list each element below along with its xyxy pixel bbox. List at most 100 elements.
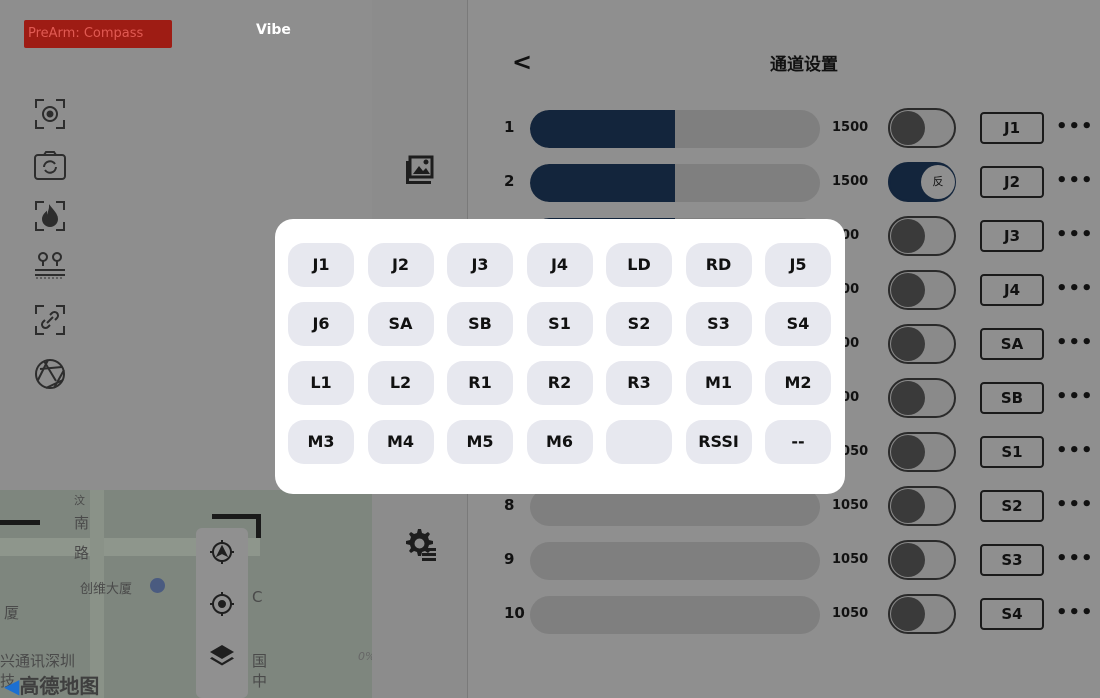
aircraft-locate-icon[interactable] — [208, 538, 236, 566]
more-options-icon[interactable]: ••• — [1056, 170, 1094, 191]
picker-key[interactable]: J2 — [367, 243, 434, 287]
channel-mapping-button[interactable]: S1 — [980, 436, 1044, 468]
reverse-toggle[interactable] — [888, 486, 956, 526]
link-frame-icon[interactable] — [32, 302, 68, 338]
reverse-toggle[interactable] — [888, 270, 956, 310]
picker-key[interactable]: SA — [367, 302, 434, 346]
picker-key[interactable]: S2 — [606, 302, 672, 346]
picker-key[interactable]: L1 — [288, 361, 354, 405]
toggle-knob — [891, 543, 925, 577]
picker-key[interactable]: L2 — [367, 361, 434, 405]
picker-key[interactable]: R2 — [526, 361, 593, 405]
reverse-toggle[interactable] — [888, 540, 956, 580]
picker-key[interactable]: S3 — [685, 302, 752, 346]
channel-bar-fill — [530, 110, 675, 148]
map-label: 中 — [252, 672, 268, 690]
reverse-toggle[interactable] — [888, 108, 956, 148]
layers-icon[interactable] — [208, 642, 236, 670]
picker-key[interactable]: SB — [447, 302, 513, 346]
aperture-icon[interactable] — [32, 356, 68, 392]
building-marker-icon — [150, 578, 165, 593]
channel-mapping-button[interactable]: J1 — [980, 112, 1044, 144]
toggle-knob — [891, 219, 925, 253]
map-label: 兴通讯深圳 — [0, 652, 76, 670]
reverse-toggle[interactable] — [888, 378, 956, 418]
picker-key[interactable] — [606, 420, 672, 464]
toggle-knob — [891, 327, 925, 361]
mini-map[interactable]: 汶 南 路 创维大厦 C 厦 兴通讯深圳 国 中 技 — [0, 490, 372, 698]
my-location-icon[interactable] — [208, 590, 236, 618]
map-label: 路 — [74, 544, 90, 562]
map-label: C — [252, 588, 263, 606]
ground-pin-icon[interactable] — [32, 248, 68, 284]
map-frame-corner — [256, 514, 261, 538]
more-options-icon[interactable]: ••• — [1056, 332, 1094, 353]
toggle-knob: 反 — [921, 165, 955, 199]
more-options-icon[interactable]: ••• — [1056, 440, 1094, 461]
channel-mapping-button[interactable]: J3 — [980, 220, 1044, 252]
more-options-icon[interactable]: ••• — [1056, 116, 1094, 137]
reverse-toggle[interactable] — [888, 432, 956, 472]
toggle-knob — [891, 597, 925, 631]
picker-key[interactable]: M2 — [765, 361, 831, 405]
channel-mapping-button[interactable]: SB — [980, 382, 1044, 414]
picker-key[interactable]: M6 — [526, 420, 593, 464]
map-label: 创维大厦 — [80, 582, 133, 597]
channel-mapping-button[interactable]: S4 — [980, 598, 1044, 630]
image-gallery-icon[interactable] — [402, 150, 438, 186]
picker-key[interactable]: J3 — [447, 243, 513, 287]
channel-value: 1500 — [832, 120, 869, 135]
channel-mapping-button[interactable]: J2 — [980, 166, 1044, 198]
picker-key[interactable]: RSSI — [685, 420, 752, 464]
channel-mapping-button[interactable]: S3 — [980, 544, 1044, 576]
picker-key[interactable]: M5 — [447, 420, 513, 464]
picker-key[interactable]: M1 — [685, 361, 752, 405]
toggle-knob — [891, 381, 925, 415]
channel-value: 1050 — [832, 498, 869, 513]
flame-detect-icon[interactable] — [32, 198, 68, 234]
picker-key[interactable]: S4 — [765, 302, 831, 346]
channel-value: 1500 — [832, 174, 869, 189]
vibe-indicator[interactable]: Vibe — [256, 22, 291, 38]
more-options-icon[interactable]: ••• — [1056, 386, 1094, 407]
picker-key[interactable]: S1 — [526, 302, 593, 346]
channel-mapping-button[interactable]: S2 — [980, 490, 1044, 522]
channel-mapping-button[interactable]: SA — [980, 328, 1044, 360]
picker-key[interactable]: -- — [765, 420, 831, 464]
more-options-icon[interactable]: ••• — [1056, 494, 1094, 515]
toggle-knob — [891, 489, 925, 523]
reverse-toggle[interactable] — [888, 324, 956, 364]
more-options-icon[interactable]: ••• — [1056, 278, 1094, 299]
picker-key[interactable]: J4 — [526, 243, 593, 287]
toggle-knob — [891, 273, 925, 307]
prearm-status-badge[interactable]: PreArm: Compass — [24, 20, 172, 48]
channel-bar — [530, 110, 820, 148]
channel-value: 1050 — [832, 552, 869, 567]
channel-mapping-button[interactable]: J4 — [980, 274, 1044, 306]
more-options-icon[interactable]: ••• — [1056, 548, 1094, 569]
reverse-toggle[interactable]: 反 — [888, 162, 956, 202]
channel-bar — [530, 164, 820, 202]
map-logo-text: 高德地图 — [19, 674, 100, 698]
picker-key[interactable]: M3 — [288, 420, 354, 464]
picker-key[interactable]: J6 — [288, 302, 354, 346]
focus-target-icon[interactable] — [32, 96, 68, 132]
reverse-toggle[interactable] — [888, 594, 956, 634]
picker-key[interactable]: R3 — [606, 361, 672, 405]
more-options-icon[interactable]: ••• — [1056, 224, 1094, 245]
map-percent: 0% — [358, 650, 372, 663]
picker-key[interactable]: J5 — [765, 243, 831, 287]
camera-switch-icon[interactable] — [32, 148, 68, 184]
map-frame-corner — [0, 520, 40, 525]
picker-key[interactable]: J1 — [288, 243, 354, 287]
picker-key[interactable]: RD — [685, 243, 752, 287]
map-label: 国 — [252, 652, 268, 670]
picker-key[interactable]: R1 — [447, 361, 513, 405]
more-options-icon[interactable]: ••• — [1056, 602, 1094, 623]
channel-bar — [530, 596, 820, 634]
reverse-toggle[interactable] — [888, 216, 956, 256]
settings-gear-icon[interactable] — [402, 526, 438, 562]
channel-row: 1 1500 J1 ••• — [468, 106, 1100, 150]
picker-key[interactable]: M4 — [367, 420, 434, 464]
picker-key[interactable]: LD — [606, 243, 672, 287]
